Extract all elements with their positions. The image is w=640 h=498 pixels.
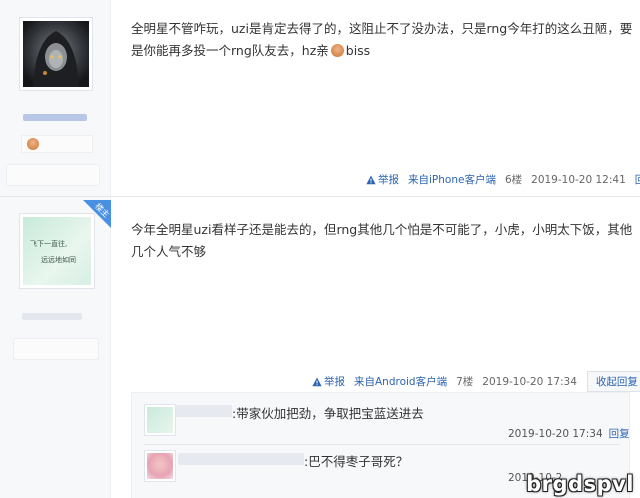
report-link[interactable]: 举报 bbox=[312, 374, 345, 389]
avatar-image bbox=[147, 453, 173, 479]
post-text-segment: biss bbox=[345, 43, 371, 58]
floor-number: 6楼 bbox=[504, 174, 523, 186]
avatar[interactable] bbox=[144, 404, 176, 436]
post-time: 2019-10-20 12:41 bbox=[531, 173, 626, 186]
reply-link[interactable]: 回复 bbox=[609, 428, 630, 440]
floor-number: 7楼 bbox=[456, 376, 474, 388]
post-divider bbox=[0, 196, 640, 197]
post-text-segment: 是你能再多投一个rng队友去，hz亲 bbox=[131, 43, 329, 58]
sub-reply-text: :巴不得枣子哥死？ bbox=[304, 454, 409, 469]
avatar-image bbox=[147, 407, 173, 433]
post-content: 全明星不管咋玩，uzi是肯定去得了的，这阻止不了没办法，只是rng今年打的这么丑… bbox=[131, 18, 633, 62]
report-label: 举报 bbox=[378, 174, 399, 186]
user-title-blurred bbox=[6, 164, 100, 186]
hooded-figure-avatar-image bbox=[23, 21, 89, 87]
sub-reply-meta: 2019-10-20 17:34 回复 bbox=[508, 426, 630, 441]
sub-reply-text: :带家伙加把劲，争取把宝蓝送进去 bbox=[232, 406, 424, 421]
avatar-text-2: 远远地如同 bbox=[41, 256, 76, 264]
user-badge-row bbox=[21, 135, 93, 153]
username-blurred[interactable] bbox=[23, 114, 87, 121]
post-content: 今年全明星uzi看样子还是能去的，但rng其他几个怕是不可能了，小虎，小明太下饭… bbox=[131, 219, 633, 263]
username-blurred[interactable] bbox=[178, 453, 304, 465]
sub-reply-time: 2019-10-20 17:34 bbox=[508, 428, 603, 440]
avatar[interactable]: 飞下一直往, 远远地如同 bbox=[19, 213, 95, 289]
emoji-face-icon bbox=[330, 44, 344, 57]
client-link[interactable]: 来自iPhone客户端 bbox=[408, 172, 496, 187]
handwriting-avatar-image: 飞下一直往, 远远地如同 bbox=[23, 217, 91, 285]
report-label: 举报 bbox=[324, 376, 345, 388]
username-blurred[interactable] bbox=[176, 405, 232, 417]
collapse-replies-button[interactable]: 收起回复 bbox=[586, 371, 640, 392]
watermark-text: brgdspvl bbox=[526, 472, 634, 496]
post-text-line: 是你能再多投一个rng队友去，hz亲 biss bbox=[131, 40, 626, 62]
report-link[interactable]: 举报 bbox=[366, 172, 399, 187]
post-text-line: 几个人气不够 bbox=[131, 244, 207, 259]
post-text-line: 今年全明星uzi看样子还是能去的，但rng其他几个怕是不可能了，小虎，小明太下饭… bbox=[131, 222, 633, 237]
warning-icon bbox=[312, 377, 322, 386]
warning-icon bbox=[366, 175, 376, 184]
client-link[interactable]: 来自Android客户端 bbox=[354, 374, 447, 389]
post-time: 2019-10-20 17:34 bbox=[482, 375, 577, 388]
reply-link[interactable]: 回复 bbox=[635, 172, 640, 187]
avatar[interactable] bbox=[144, 450, 176, 482]
post-meta: 举报 来自Android客户端 7楼 2019-10-20 17:34 收起回复 bbox=[312, 371, 640, 392]
post-meta: 举报 来自iPhone客户端 6楼 2019-10-20 12:41 回复 bbox=[366, 172, 640, 187]
sub-reply-divider bbox=[144, 444, 620, 445]
avatar[interactable] bbox=[19, 17, 93, 91]
user-title-blurred bbox=[13, 338, 99, 360]
avatar-text-1: 飞下一直往, bbox=[30, 240, 68, 248]
username-blurred[interactable] bbox=[22, 313, 82, 320]
post-text-line: 全明星不管咋玩，uzi是肯定去得了的，这阻止不了没办法，只是rng今年打的这么丑… bbox=[131, 21, 633, 36]
level-badge-icon bbox=[27, 138, 39, 150]
